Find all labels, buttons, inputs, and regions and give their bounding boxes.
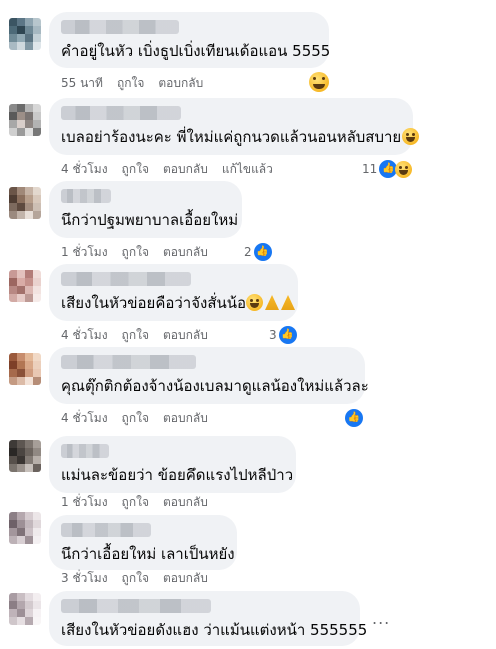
grin-emoji xyxy=(402,128,420,145)
like-link[interactable]: ถูกใจ xyxy=(122,245,149,259)
comment-actions: 3 ชั่วโมง ถูกใจ ตอบกลับ xyxy=(61,570,222,586)
reaction-summary[interactable]: 3 👍 xyxy=(265,325,299,345)
comment-bubble: นึกว่าปฐมพยาบาลเอื้อยใหม่ xyxy=(49,181,242,238)
like-icon: 👍 xyxy=(278,326,297,344)
reaction-summary[interactable]: 2 👍 xyxy=(240,242,274,262)
rofl-emoji xyxy=(246,294,264,311)
haha-icon xyxy=(309,72,329,92)
comment-bubble: แม่นละข้อยว่า ข้อยคึดแรงไปหลีป่าว xyxy=(49,436,296,493)
reaction-count: 3 xyxy=(269,328,277,342)
comment-bubble: เสียงในหัวข่อยคือว่าจังสั่นน้อ xyxy=(49,264,298,321)
avatar[interactable] xyxy=(9,512,41,544)
commenter-name-blurred[interactable] xyxy=(61,189,111,203)
comment-actions: 1 ชั่วโมง ถูกใจ ตอบกลับ xyxy=(61,494,222,510)
avatar[interactable] xyxy=(9,270,41,302)
reply-link[interactable]: ตอบกลับ xyxy=(163,162,208,176)
reply-link[interactable]: ตอบกลับ xyxy=(158,76,203,90)
commenter-name-blurred[interactable] xyxy=(61,272,191,286)
avatar[interactable] xyxy=(9,104,41,136)
avatar[interactable] xyxy=(9,593,41,625)
like-link[interactable]: ถูกใจ xyxy=(122,411,149,425)
like-link[interactable]: ถูกใจ xyxy=(122,571,149,585)
comment-time[interactable]: 4 ชั่วโมง xyxy=(61,328,108,342)
comment-actions: 4 ชั่วโมง ถูกใจ ตอบกลับ แก้ไขแล้ว xyxy=(61,161,287,177)
avatar[interactable] xyxy=(9,440,41,472)
reaction-summary[interactable]: 👍 xyxy=(341,408,365,428)
comment-actions: 55 นาที ถูกใจ ตอบกลับ xyxy=(61,75,217,91)
comment-actions: 1 ชั่วโมง ถูกใจ ตอบกลับ xyxy=(61,244,222,260)
comment-text: นึกว่าเอื้อยใหม่ เลาเป็นหยัง xyxy=(61,545,235,563)
comment-bubble: คุณตุ๊กติกต้องจ้างน้องเบลมาดูแลน้องใหม่แ… xyxy=(49,347,369,404)
comment-text: เสียงในหัวข่อยคือว่าจังสั่นน้อ xyxy=(61,293,296,313)
like-link[interactable]: ถูกใจ xyxy=(122,162,149,176)
comment-text: คุณตุ๊กติกต้องจ้างน้องเบลมาดูแลน้องใหม่แ… xyxy=(61,377,369,395)
like-link[interactable]: ถูกใจ xyxy=(122,495,149,509)
comment-actions: 4 ชั่วโมง ถูกใจ ตอบกลับ xyxy=(61,327,222,343)
avatar[interactable] xyxy=(9,18,41,50)
commenter-name-blurred[interactable] xyxy=(61,523,151,537)
like-link[interactable]: ถูกใจ xyxy=(122,328,149,342)
more-options-button[interactable]: ... xyxy=(372,609,390,628)
comment-text: เสียงในหัวข่อยดังแฮง ว่าแม้นแต่งหน้า 555… xyxy=(61,621,368,639)
reaction-summary[interactable] xyxy=(309,72,329,93)
comment-time[interactable]: 4 ชั่วโมง xyxy=(61,411,108,425)
reply-link[interactable]: ตอบกลับ xyxy=(163,411,208,425)
comment-bubble: คำอยู่ในหัว เบิ่งธูปเบิ่งเทียนเด้อแอน 55… xyxy=(49,12,331,68)
like-link[interactable]: ถูกใจ xyxy=(117,76,144,90)
reaction-count: 11 xyxy=(362,162,378,176)
commenter-name-blurred[interactable] xyxy=(61,20,179,34)
like-icon: 👍 xyxy=(253,243,272,261)
comment-time[interactable]: 4 ชั่วโมง xyxy=(61,162,108,176)
comment-bubble: นึกว่าเอื้อยใหม่ เลาเป็นหยัง xyxy=(49,515,237,570)
comment-actions: 4 ชั่วโมง ถูกใจ ตอบกลับ xyxy=(61,410,222,426)
avatar[interactable] xyxy=(9,353,41,385)
comment-bubble: เบลอย่าร้องนะคะ พี่ใหม่แค่ถูกนวดแล้วนอนห… xyxy=(49,98,420,155)
commenter-name-blurred[interactable] xyxy=(61,599,211,613)
reply-link[interactable]: ตอบกลับ xyxy=(163,328,208,342)
edited-label: แก้ไขแล้ว xyxy=(221,162,273,176)
commenter-name-blurred[interactable] xyxy=(61,355,196,369)
comment-time[interactable]: 55 นาที xyxy=(61,76,103,90)
comment-time[interactable]: 1 ชั่วโมง xyxy=(61,495,108,509)
pray-emoji xyxy=(281,295,296,310)
comment-time[interactable]: 3 ชั่วโมง xyxy=(61,571,108,585)
reaction-summary[interactable]: 11 👍 xyxy=(358,159,415,179)
comment-bubble: เสียงในหัวข่อยดังแฮง ว่าแม้นแต่งหน้า 555… xyxy=(49,591,368,646)
comment-text: คำอยู่ในหัว เบิ่งธูปเบิ่งเทียนเด้อแอน 55… xyxy=(61,42,331,60)
reaction-count: 2 xyxy=(244,245,252,259)
comment-text: นึกว่าปฐมพยาบาลเอื้อยใหม่ xyxy=(61,211,239,229)
commenter-name-blurred[interactable] xyxy=(61,444,109,458)
avatar[interactable] xyxy=(9,187,41,219)
reply-link[interactable]: ตอบกลับ xyxy=(163,245,208,259)
commenter-name-blurred[interactable] xyxy=(61,106,181,120)
like-icon: 👍 xyxy=(345,409,363,427)
comment-time[interactable]: 1 ชั่วโมง xyxy=(61,245,108,259)
comment-text: เบลอย่าร้องนะคะ พี่ใหม่แค่ถูกนวดแล้วนอนห… xyxy=(61,127,420,147)
reply-link[interactable]: ตอบกลับ xyxy=(163,495,208,509)
reply-link[interactable]: ตอบกลับ xyxy=(163,571,208,585)
comment-text: แม่นละข้อยว่า ข้อยคึดแรงไปหลีป่าว xyxy=(61,466,294,484)
pray-emoji xyxy=(265,295,280,310)
haha-icon xyxy=(395,160,413,178)
